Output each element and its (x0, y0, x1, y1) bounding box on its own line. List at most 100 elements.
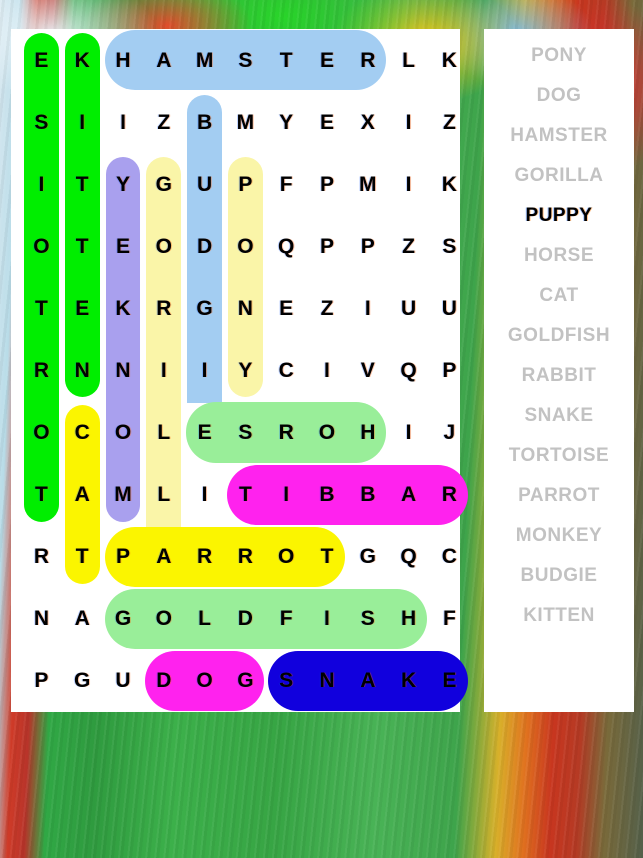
grid-cell[interactable]: H (103, 29, 145, 91)
grid-cell[interactable]: R (346, 29, 388, 91)
grid-cell[interactable]: T (225, 464, 267, 526)
word-list-item-monkey[interactable]: MONKEY (516, 515, 602, 555)
grid-cell[interactable]: O (103, 399, 144, 466)
grid-cell[interactable]: C (266, 339, 307, 401)
grid-cell[interactable]: O (143, 213, 184, 280)
grid-cell[interactable]: I (305, 588, 349, 650)
grid-cell[interactable]: M (225, 91, 266, 153)
grid-cell[interactable]: U (429, 277, 470, 339)
grid-cell[interactable]: A (387, 464, 430, 526)
grid-cell[interactable]: I (347, 277, 388, 339)
grid-cell[interactable]: H (387, 588, 429, 650)
word-list-item-tortoise[interactable]: TORTOISE (509, 435, 609, 475)
grid-cell[interactable]: L (143, 399, 184, 466)
grid-cell[interactable]: I (184, 337, 225, 404)
grid-cell[interactable]: G (62, 650, 103, 712)
word-list-item-rabbit[interactable]: RABBIT (522, 355, 597, 395)
grid-cell[interactable]: H (346, 401, 388, 463)
grid-cell[interactable]: R (143, 275, 184, 342)
grid-cell[interactable]: R (223, 526, 267, 588)
grid-cell[interactable]: J (429, 401, 470, 463)
grid-cell[interactable]: K (103, 275, 144, 342)
grid-cell[interactable]: E (266, 277, 307, 339)
grid-cell[interactable]: S (223, 401, 267, 463)
grid-cell[interactable]: G (143, 153, 184, 218)
grid-cell[interactable]: K (429, 29, 470, 91)
word-list-item-pony[interactable]: PONY (531, 35, 587, 75)
grid-cell[interactable]: I (184, 464, 225, 526)
grid-cell[interactable]: E (307, 91, 348, 153)
grid-cell[interactable]: N (305, 650, 349, 712)
grid-cell[interactable]: G (223, 650, 266, 712)
grid-cell[interactable]: M (103, 461, 144, 526)
word-list-item-gorilla[interactable]: GORILLA (515, 155, 604, 195)
grid-cell[interactable]: E (184, 401, 226, 463)
grid-cell[interactable]: P (429, 339, 470, 401)
grid-cell[interactable]: G (184, 275, 225, 342)
grid-cell[interactable]: O (142, 588, 186, 650)
grid-cell[interactable]: Y (225, 337, 266, 401)
word-list-item-horse[interactable]: HORSE (524, 235, 594, 275)
grid-cell[interactable]: M (347, 153, 388, 215)
grid-cell[interactable]: R (264, 401, 308, 463)
grid-cell[interactable]: P (347, 215, 388, 277)
grid-cell[interactable]: D (184, 213, 225, 280)
grid-cell[interactable]: V (347, 339, 388, 401)
grid-cell[interactable]: N (62, 337, 103, 401)
grid-cell[interactable]: R (21, 526, 62, 588)
grid-cell[interactable]: Z (429, 91, 470, 153)
grid-cell[interactable]: T (62, 523, 103, 588)
grid-cell[interactable]: E (305, 29, 349, 91)
grid-cell[interactable]: Q (388, 526, 429, 588)
grid-cell[interactable]: I (62, 89, 103, 156)
grid-cell[interactable]: T (62, 151, 103, 218)
grid-cell[interactable]: X (347, 91, 388, 153)
grid-cell[interactable]: B (346, 464, 390, 526)
grid-cell[interactable]: O (183, 650, 226, 712)
grid-cell[interactable]: I (21, 151, 62, 218)
grid-cell[interactable]: K (429, 153, 470, 215)
grid-cell[interactable]: Y (266, 91, 307, 153)
grid-cell[interactable]: U (103, 650, 144, 712)
grid-cell[interactable]: B (305, 464, 349, 526)
grid-cell[interactable]: I (388, 401, 429, 463)
grid-cell[interactable]: K (62, 29, 103, 94)
word-list-item-cat[interactable]: CAT (539, 275, 578, 315)
grid-cell[interactable]: S (266, 650, 308, 712)
grid-cell[interactable]: T (62, 213, 103, 280)
grid-cell[interactable]: Z (307, 277, 348, 339)
grid-cell[interactable]: D (223, 588, 267, 650)
word-list-item-dog[interactable]: DOG (537, 75, 582, 115)
word-list-item-kitten[interactable]: KITTEN (523, 595, 595, 635)
grid-cell[interactable]: I (307, 339, 348, 401)
grid-cell[interactable]: E (103, 213, 144, 280)
grid-cell[interactable]: A (142, 29, 186, 91)
grid-cell[interactable]: T (21, 461, 62, 526)
grid-cell[interactable]: F (264, 588, 308, 650)
grid-cell[interactable]: R (21, 337, 62, 404)
grid-cell[interactable]: P (307, 153, 348, 215)
grid-cell[interactable]: D (143, 650, 186, 712)
grid-cell[interactable]: T (305, 526, 348, 588)
grid-cell[interactable]: Y (103, 153, 144, 218)
grid-cell[interactable]: I (264, 464, 308, 526)
grid-cell[interactable]: C (62, 401, 103, 466)
grid-cell[interactable]: Z (143, 91, 184, 153)
grid-cell[interactable]: T (21, 275, 62, 342)
grid-cell[interactable]: R (427, 464, 470, 526)
grid-cell[interactable]: O (264, 526, 308, 588)
grid-cell[interactable]: O (21, 213, 62, 280)
grid-cell[interactable]: U (184, 151, 225, 218)
letter-grid[interactable]: EKHAMSTERLKSIIZBMYEXIZITYGUPFPMIKOTEODOQ… (11, 29, 468, 712)
grid-cell[interactable]: C (429, 526, 470, 588)
grid-cell[interactable]: T (264, 29, 308, 91)
grid-cell[interactable]: O (225, 213, 266, 280)
grid-cell[interactable]: S (21, 89, 62, 156)
grid-cell[interactable]: Q (388, 339, 429, 401)
grid-cell[interactable]: I (388, 153, 429, 215)
grid-cell[interactable]: S (429, 215, 470, 277)
grid-cell[interactable]: F (429, 588, 470, 650)
grid-cell[interactable]: G (103, 588, 145, 650)
word-list-item-snake[interactable]: SNAKE (524, 395, 593, 435)
word-list-item-budgie[interactable]: BUDGIE (521, 555, 598, 595)
